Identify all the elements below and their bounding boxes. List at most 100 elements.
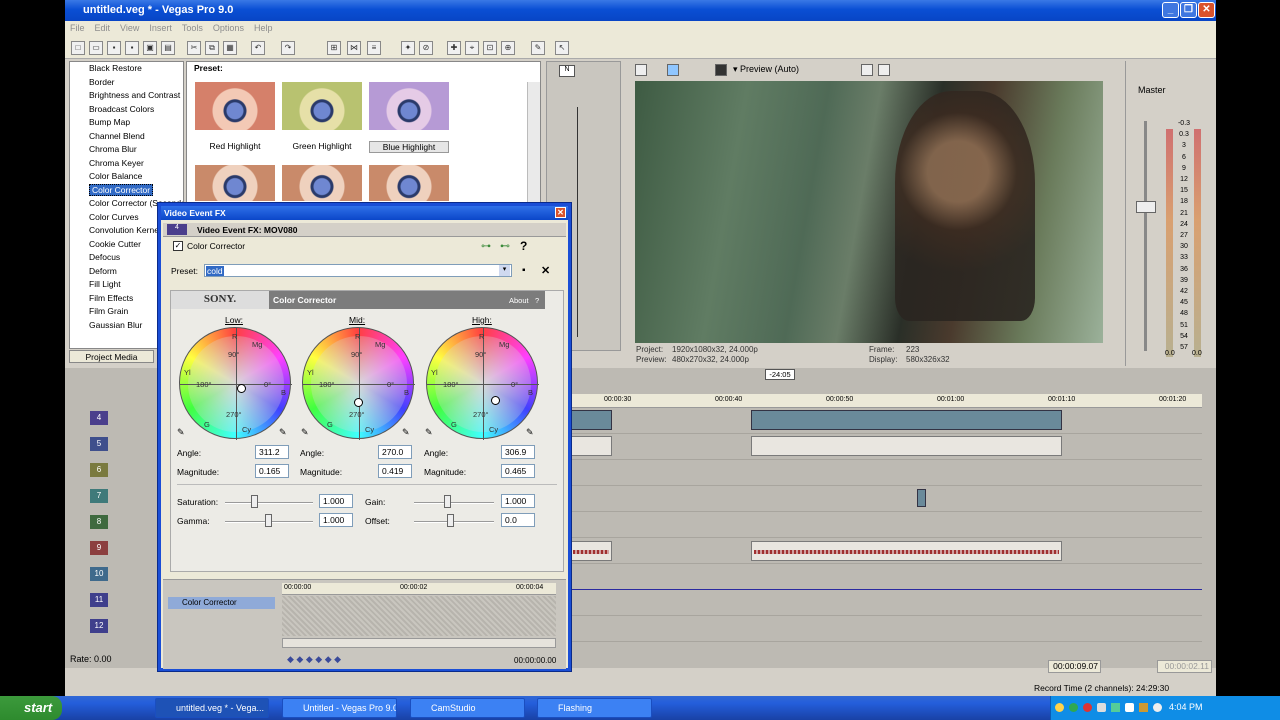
keyframe-track-label[interactable]: Color Corrector bbox=[168, 597, 275, 609]
track-row[interactable] bbox=[570, 460, 1202, 486]
chevron-down-icon[interactable]: ▾ bbox=[499, 265, 510, 276]
tray-icon[interactable] bbox=[1139, 703, 1148, 712]
fx-item[interactable]: Chroma Keyer bbox=[70, 157, 183, 171]
keyframe-nav-icon[interactable]: ◆ ◆ ◆ ◆ ◆ ◆ bbox=[287, 654, 341, 665]
saturation-input[interactable]: 1.000 bbox=[319, 494, 353, 508]
fx-item[interactable]: Black Restore bbox=[70, 62, 183, 76]
eyedropper-icon[interactable]: ✎ bbox=[402, 427, 410, 438]
track-row[interactable] bbox=[570, 434, 1202, 460]
selection-tool-icon[interactable]: ⊡ bbox=[483, 41, 497, 55]
redo-icon[interactable]: ↷ bbox=[281, 41, 295, 55]
track-row[interactable] bbox=[570, 538, 1202, 564]
cut-icon[interactable]: ✂ bbox=[187, 41, 201, 55]
gain-slider-thumb[interactable] bbox=[444, 495, 451, 508]
track-row[interactable] bbox=[570, 512, 1202, 538]
audio-clip[interactable] bbox=[751, 541, 1062, 561]
audio-clip[interactable] bbox=[751, 436, 1062, 456]
track-header[interactable]: 9 bbox=[70, 538, 160, 560]
auto-ripple-icon[interactable]: ≡ bbox=[367, 41, 381, 55]
fx-item[interactable]: Border bbox=[70, 76, 183, 90]
maximize-button[interactable]: ❐ bbox=[1180, 2, 1197, 18]
fx-chain-item[interactable]: Color Corrector bbox=[187, 241, 245, 251]
copy-icon[interactable]: ⧉ bbox=[205, 41, 219, 55]
ignore-grouping-icon[interactable]: ⊘ bbox=[419, 41, 433, 55]
plugin-help-link[interactable]: ? bbox=[535, 296, 539, 305]
copy-snapshot-icon[interactable] bbox=[861, 64, 873, 76]
gain-slider[interactable] bbox=[414, 502, 494, 504]
preset-thumb[interactable] bbox=[369, 165, 449, 201]
envelope-tool-icon[interactable]: ⌖ bbox=[465, 41, 479, 55]
wheel-mid-handle[interactable] bbox=[354, 398, 363, 407]
menu-file[interactable]: File bbox=[65, 21, 90, 35]
track-header[interactable]: 10 bbox=[70, 564, 160, 586]
menu-insert[interactable]: Insert bbox=[144, 21, 177, 35]
preset-thumb[interactable] bbox=[195, 165, 275, 201]
fx-item[interactable]: Broadcast Colors bbox=[70, 103, 183, 117]
minimize-button[interactable]: _ bbox=[1162, 2, 1179, 18]
wheel-low-handle[interactable] bbox=[237, 384, 246, 393]
track-header[interactable]: 6 bbox=[70, 460, 160, 482]
menu-help[interactable]: Help bbox=[249, 21, 278, 35]
save-as-icon[interactable]: ▪ bbox=[125, 41, 139, 55]
delete-preset-icon[interactable]: ✕ bbox=[541, 264, 550, 277]
taskbar-item[interactable]: Untitled - Vegas Pro 9.0 bbox=[282, 698, 397, 718]
open-icon[interactable]: ▭ bbox=[89, 41, 103, 55]
track-row[interactable] bbox=[570, 616, 1202, 642]
saturation-slider[interactable] bbox=[225, 502, 313, 504]
fx-item[interactable]: Chroma Blur bbox=[70, 143, 183, 157]
fx-enable-checkbox[interactable]: ✓ bbox=[173, 241, 183, 251]
track-header[interactable]: 4 bbox=[70, 408, 160, 430]
whats-this-help-icon[interactable]: ↖ bbox=[555, 41, 569, 55]
gamma-slider-thumb[interactable] bbox=[265, 514, 272, 527]
video-clip[interactable] bbox=[917, 489, 926, 507]
track-header[interactable]: 5 bbox=[70, 434, 160, 456]
menu-tools[interactable]: Tools bbox=[177, 21, 208, 35]
lock-envelopes-icon[interactable]: ✦ bbox=[401, 41, 415, 55]
high-magnitude-input[interactable]: 0.465 bbox=[501, 464, 535, 478]
offset-input[interactable]: 0.0 bbox=[501, 513, 535, 527]
start-button[interactable]: start bbox=[0, 696, 62, 720]
low-magnitude-input[interactable]: 0.165 bbox=[255, 464, 289, 478]
preset-thumb-red[interactable] bbox=[195, 82, 275, 130]
normal-edit-tool-icon[interactable]: ✚ bbox=[447, 41, 461, 55]
new-icon[interactable]: □ bbox=[71, 41, 85, 55]
video-preview-icon[interactable] bbox=[635, 64, 647, 76]
trimmer-mode-icon[interactable]: N bbox=[559, 65, 575, 77]
eyedropper-icon[interactable]: ✎ bbox=[177, 427, 185, 438]
menu-options[interactable]: Options bbox=[208, 21, 249, 35]
menu-view[interactable]: View bbox=[115, 21, 144, 35]
master-fader-thumb[interactable] bbox=[1136, 201, 1156, 213]
gamma-input[interactable]: 1.000 bbox=[319, 513, 353, 527]
close-button[interactable]: ✕ bbox=[1198, 2, 1215, 18]
keyframe-area[interactable] bbox=[282, 596, 556, 636]
color-wheel-high[interactable]: R Mg Yl B G Cy 90° 180° 0° 270° bbox=[426, 327, 539, 440]
offset-slider-thumb[interactable] bbox=[447, 514, 454, 527]
audio-clip[interactable] bbox=[570, 541, 612, 561]
tray-icon[interactable] bbox=[1111, 703, 1120, 712]
snap-icon[interactable]: ⊞ bbox=[327, 41, 341, 55]
low-angle-input[interactable]: 311.2 bbox=[255, 445, 289, 459]
taskbar-item[interactable]: untitled.veg * - Vega... bbox=[155, 698, 269, 718]
remove-plugin-icon[interactable]: ⊷ bbox=[500, 241, 510, 252]
saturation-slider-thumb[interactable] bbox=[251, 495, 258, 508]
taskbar-item[interactable]: Flashing bbox=[537, 698, 652, 718]
zoom-tool-icon[interactable]: ⊕ bbox=[501, 41, 515, 55]
tray-icon[interactable] bbox=[1097, 703, 1106, 712]
properties-icon[interactable]: ▤ bbox=[161, 41, 175, 55]
keyframe-scrollbar[interactable] bbox=[282, 638, 556, 648]
tray-icon[interactable] bbox=[1125, 703, 1134, 712]
eyedropper-icon[interactable]: ✎ bbox=[526, 427, 534, 438]
preset-dropdown[interactable]: cold ▾ bbox=[204, 264, 512, 277]
track-row[interactable] bbox=[570, 486, 1202, 512]
plugin-chain-icon[interactable]: ⊶ bbox=[481, 241, 491, 252]
track-header[interactable]: 11 bbox=[70, 590, 160, 612]
auto-crossfade-icon[interactable]: ⋈ bbox=[347, 41, 361, 55]
tray-icon[interactable] bbox=[1083, 703, 1092, 712]
video-clip[interactable] bbox=[751, 410, 1062, 430]
gain-input[interactable]: 1.000 bbox=[501, 494, 535, 508]
preview-mode-dropdown[interactable]: ▾ Preview (Auto) bbox=[733, 64, 799, 75]
video-clip[interactable] bbox=[570, 410, 612, 430]
render-icon[interactable]: ▣ bbox=[143, 41, 157, 55]
mid-angle-input[interactable]: 270.0 bbox=[378, 445, 412, 459]
preset-thumb[interactable] bbox=[282, 165, 362, 201]
